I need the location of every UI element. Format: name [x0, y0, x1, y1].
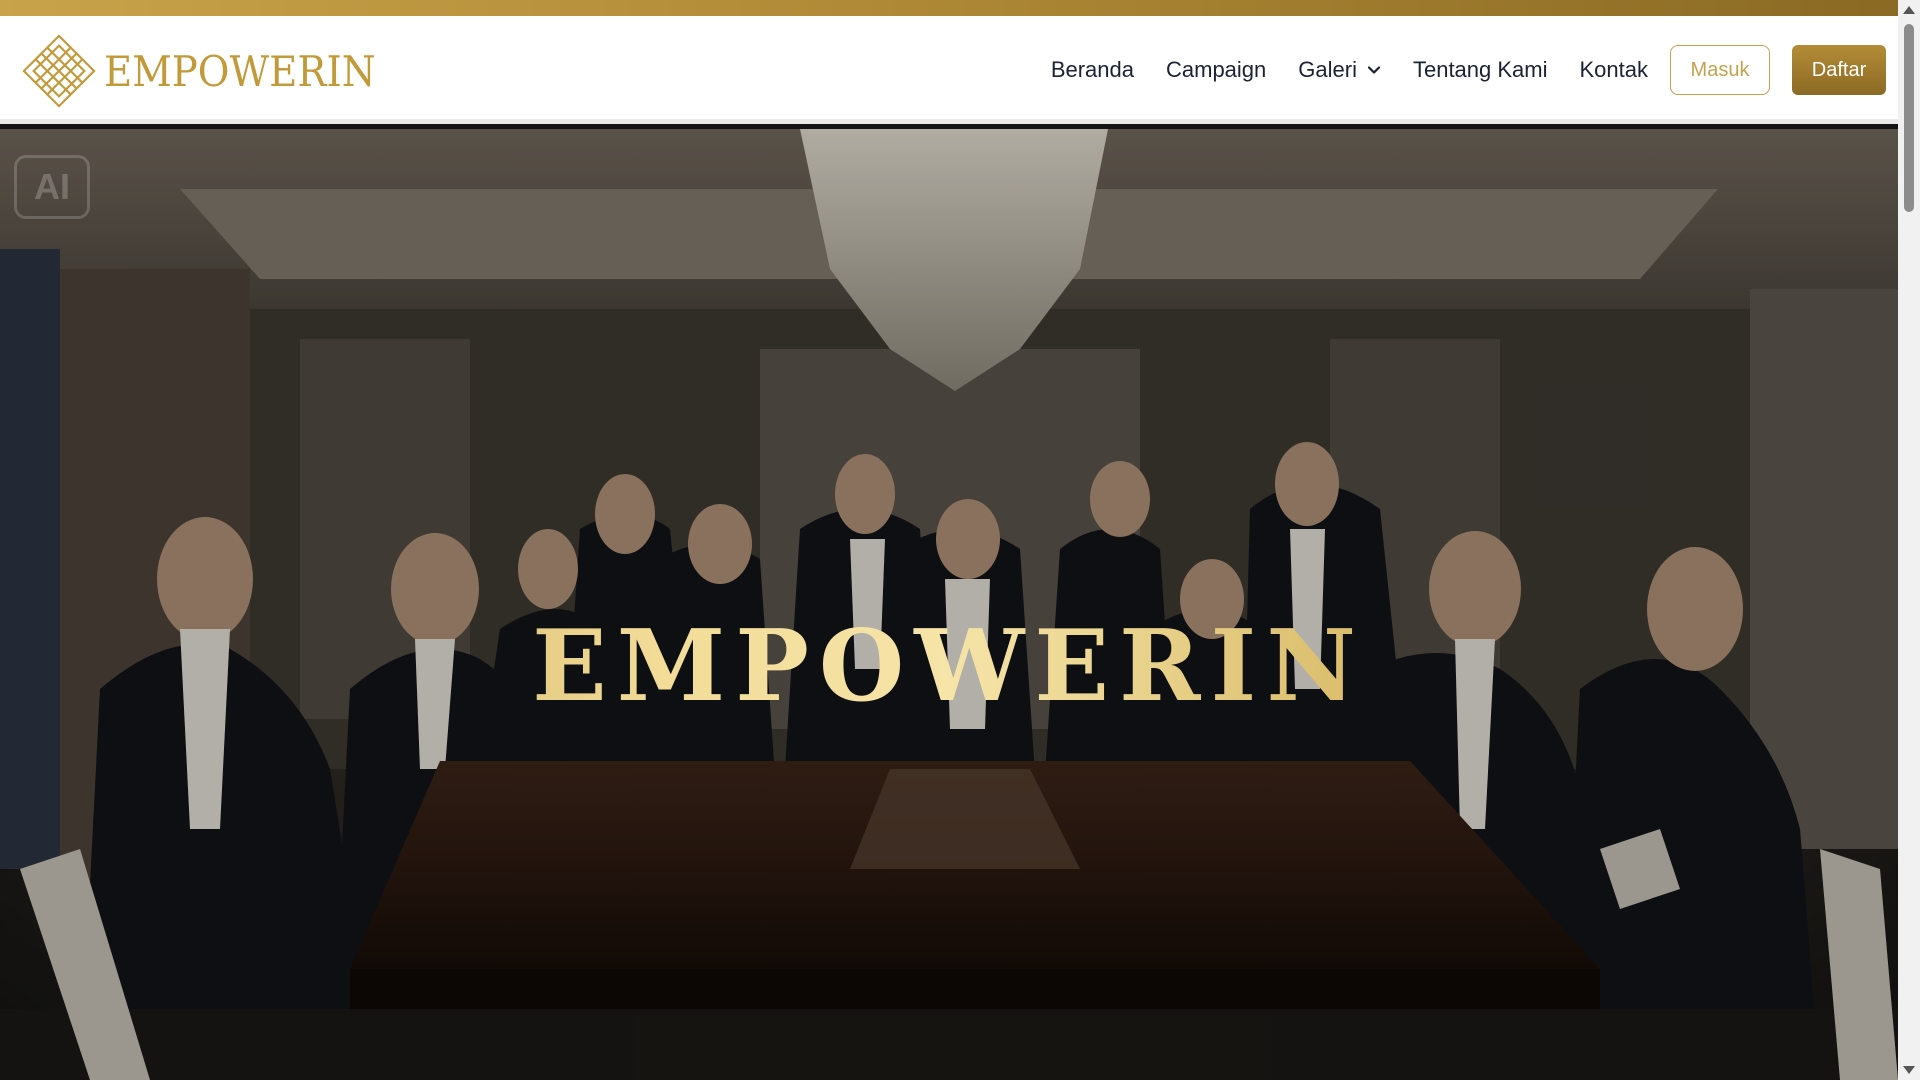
- nav-kontak[interactable]: Kontak: [1580, 57, 1649, 83]
- hero-section: AI EMPOWERIN: [0, 129, 1898, 1080]
- chevron-down-icon: [1367, 66, 1381, 74]
- scroll-down-arrow-icon[interactable]: [1903, 1066, 1915, 1074]
- nav-tentang-kami[interactable]: Tentang Kami: [1413, 57, 1548, 83]
- ai-watermark-badge: AI: [14, 155, 90, 219]
- nav-galeri[interactable]: Galeri: [1298, 57, 1381, 83]
- nav-galeri-label: Galeri: [1298, 57, 1357, 82]
- main-nav: Beranda Campaign Galeri Tentang Kami Kon…: [1051, 16, 1898, 124]
- diamond-lattice-icon: [22, 34, 96, 108]
- page-scrollbar[interactable]: [1898, 0, 1920, 1080]
- nav-campaign[interactable]: Campaign: [1166, 57, 1266, 83]
- login-button[interactable]: Masuk: [1670, 45, 1770, 95]
- navbar: EMPOWERIN Beranda Campaign Galeri Tentan…: [0, 16, 1898, 124]
- scroll-up-arrow-icon[interactable]: [1903, 6, 1915, 14]
- top-accent-strip: [0, 0, 1898, 16]
- register-button[interactable]: Daftar: [1792, 45, 1886, 95]
- hero-overlay: [0, 129, 1898, 1080]
- brand-name: EMPOWERIN: [104, 46, 376, 96]
- nav-beranda[interactable]: Beranda: [1051, 57, 1134, 83]
- brand-logo[interactable]: EMPOWERIN: [20, 30, 399, 112]
- hero-title: EMPOWERIN: [0, 609, 1898, 724]
- scrollbar-thumb[interactable]: [1904, 24, 1914, 212]
